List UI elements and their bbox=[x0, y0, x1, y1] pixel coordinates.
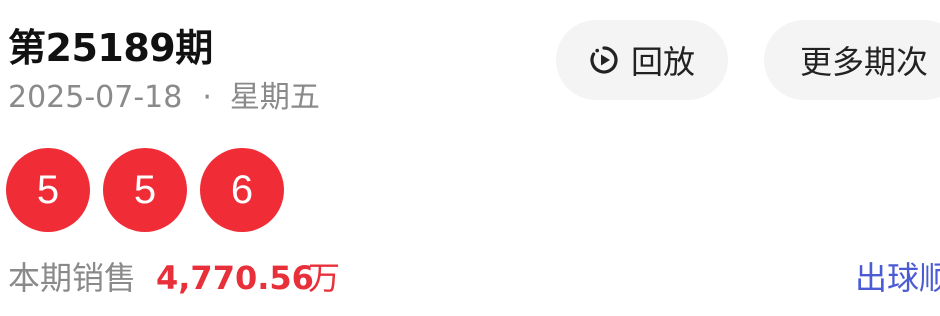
draw-date-row: 2025-07-18 · 星期五 bbox=[8, 78, 320, 118]
sales-label: 本期销售 bbox=[8, 259, 137, 297]
issue-title: 第25189期 bbox=[8, 26, 213, 70]
sales-amount: 4,770.56 bbox=[156, 259, 314, 297]
more-issues-button[interactable]: 更多期次 bbox=[764, 20, 940, 100]
sales-unit: 万 bbox=[308, 259, 341, 297]
draw-ball: 6 bbox=[200, 148, 284, 232]
draw-balls: 5 5 6 bbox=[6, 148, 297, 232]
more-issues-label: 更多期次 bbox=[800, 43, 929, 81]
draw-ball: 5 bbox=[103, 148, 187, 232]
draw-date: 2025-07-18 bbox=[8, 80, 183, 115]
replay-button[interactable]: 回放 bbox=[556, 20, 728, 100]
replay-label: 回放 bbox=[630, 43, 695, 81]
replay-icon bbox=[589, 45, 619, 75]
draw-weekday: 星期五 bbox=[229, 80, 320, 115]
date-separator: · bbox=[202, 80, 212, 115]
ball-order-link[interactable]: 出球顺序 bbox=[855, 254, 940, 302]
draw-ball: 5 bbox=[6, 148, 90, 232]
